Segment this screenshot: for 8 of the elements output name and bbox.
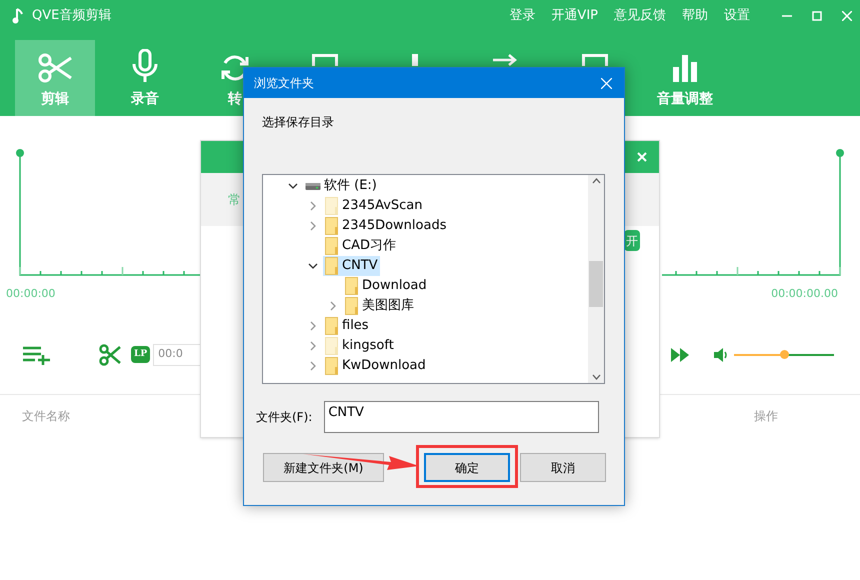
app-title: QVE音频剪辑 [32,7,112,26]
dialog-prompt: 选择保存目录 [262,114,335,131]
dialog-title: 浏览文件夹 [254,75,314,92]
folder-label: 文件夹(F): [256,409,312,426]
column-header: 文件名称 [22,408,70,424]
start-time: 00:00:00 [6,286,56,302]
end-time: 00:00:00.00 [771,286,838,302]
column-header: 操作 [754,408,778,424]
